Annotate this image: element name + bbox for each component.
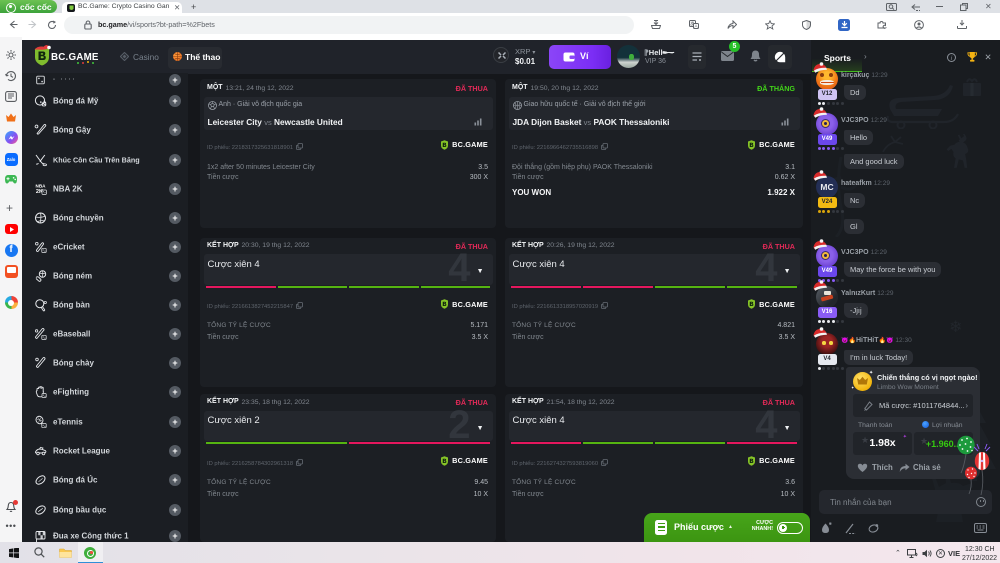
svg-text:NBA: NBA [36,183,47,188]
svg-text:A: A [694,24,697,29]
